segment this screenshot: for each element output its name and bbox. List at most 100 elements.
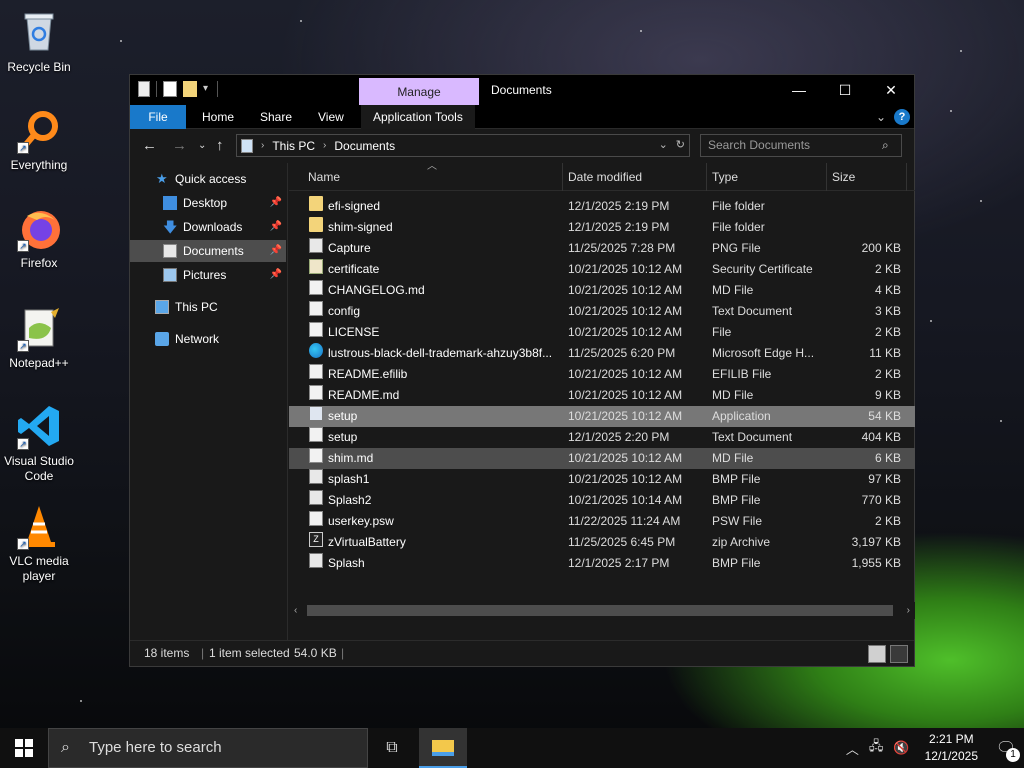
qat-dropdown-icon[interactable]: ▾: [203, 81, 211, 97]
file-size: 4 KB: [874, 283, 901, 297]
column-size[interactable]: Size: [827, 163, 907, 191]
large-icons-view-button[interactable]: [890, 645, 908, 663]
nav-this-pc[interactable]: This PC: [130, 296, 286, 318]
taskbar-file-explorer[interactable]: [419, 728, 467, 768]
file-row[interactable]: Capture 11/25/2025 7:28 PM PNG File 200 KB: [289, 238, 915, 259]
volume-muted-icon[interactable]: 🔇: [888, 740, 914, 756]
file-date: 10/21/2025 10:12 AM: [568, 367, 683, 381]
column-type[interactable]: Type: [707, 163, 827, 191]
file-list: ︿ Name Date modified Type Size efi-signe…: [289, 161, 915, 641]
tab-view[interactable]: View: [306, 105, 356, 129]
file-row[interactable]: README.md 10/21/2025 10:12 AM MD File 9 KB: [289, 385, 915, 406]
file-name: Capture: [328, 241, 371, 255]
forward-button[interactable]: →: [172, 137, 187, 154]
file-row[interactable]: shim-signed 12/1/2025 2:19 PM File folder: [289, 217, 915, 238]
notifications-button[interactable]: 🗨 1: [988, 738, 1024, 762]
scrollbar-thumb[interactable]: [307, 605, 893, 616]
file-type: File: [712, 325, 732, 339]
tab-home[interactable]: Home: [190, 105, 246, 129]
taskbar-search-input[interactable]: ⌕ Type here to search: [48, 728, 368, 768]
nav-documents[interactable]: Documents 📌: [130, 240, 286, 262]
title-bar[interactable]: ▾ Manage Documents — ☐ ✕: [130, 75, 914, 106]
pin-icon: 📌: [269, 269, 282, 280]
file-date: 10/21/2025 10:12 AM: [568, 325, 683, 339]
desktop-icon-vscode[interactable]: ↗ Visual Studio Code: [0, 402, 78, 484]
breadcrumb-documents[interactable]: Documents: [334, 139, 395, 153]
tab-application-tools[interactable]: Application Tools: [361, 105, 475, 129]
manage-context-tab[interactable]: Manage: [359, 78, 479, 106]
file-row[interactable]: Splash 12/1/2025 2:17 PM BMP File 1,955 KB: [289, 553, 915, 574]
task-view-button[interactable]: ⧉: [368, 728, 416, 768]
back-button[interactable]: ←: [142, 137, 157, 154]
file-row[interactable]: lustrous-black-dell-trademark-ahzuy3b8f.…: [289, 343, 915, 364]
properties-icon[interactable]: [138, 81, 150, 97]
scroll-right-icon[interactable]: ›: [907, 602, 910, 619]
document-icon: [309, 427, 323, 442]
file-type: BMP File: [712, 556, 761, 570]
file-row[interactable]: splash1 10/21/2025 10:12 AM BMP File 97 KB: [289, 469, 915, 490]
horizontal-scrollbar[interactable]: ‹ ›: [289, 602, 915, 619]
details-view-button[interactable]: [868, 645, 886, 663]
desktop-icon-firefox[interactable]: ↗ Firefox: [0, 204, 78, 271]
address-bar[interactable]: › This PC › Documents ⌄ ↻: [236, 134, 690, 157]
document-icon: [309, 322, 323, 337]
file-row[interactable]: README.efilib 10/21/2025 10:12 AM EFILIB F…: [289, 364, 915, 385]
nav-quick-access[interactable]: ★ Quick access: [130, 168, 286, 190]
new-folder-icon[interactable]: [183, 81, 197, 97]
expand-ribbon-icon[interactable]: ⌄: [876, 110, 886, 124]
desktop-icon-everything[interactable]: ↗ Everything: [0, 106, 78, 173]
recent-locations-icon[interactable]: ⌄: [198, 140, 206, 151]
file-row[interactable]: userkey.psw 11/22/2025 11:24 AM PSW File 2 …: [289, 511, 915, 532]
file-name: lustrous-black-dell-trademark-ahzuy3b8f.…: [328, 346, 553, 360]
file-type: MD File: [712, 451, 754, 465]
file-row[interactable]: ZzVirtualBattery 11/25/2025 6:45 PM zip Ar…: [289, 532, 915, 553]
nav-pictures[interactable]: Pictures 📌: [130, 264, 286, 286]
scroll-left-icon[interactable]: ‹: [294, 602, 297, 619]
star-icon: ★: [156, 171, 168, 186]
file-row[interactable]: config 10/21/2025 10:12 AM Text Document 3 …: [289, 301, 915, 322]
address-dropdown-icon[interactable]: ⌄: [659, 138, 668, 151]
desktop-icon-vlc[interactable]: ↗ VLC media player: [0, 502, 78, 584]
start-button[interactable]: [0, 728, 48, 768]
file-row[interactable]: certificate 10/21/2025 10:12 AM Security C…: [289, 259, 915, 280]
desktop-icon-notepad-plus-plus[interactable]: ↗ Notepad++: [0, 304, 78, 371]
close-button[interactable]: ✕: [868, 75, 914, 105]
refresh-icon[interactable]: ↻: [676, 138, 685, 151]
everything-search-icon: ↗: [15, 106, 63, 154]
file-row[interactable]: shim.md 10/21/2025 10:12 AM MD File 6 KB: [289, 448, 915, 469]
file-row[interactable]: Splash2 10/21/2025 10:14 AM BMP File 770 KB: [289, 490, 915, 511]
shortcut-arrow-icon: ↗: [17, 142, 29, 154]
tab-file[interactable]: File: [130, 105, 186, 129]
edge-html-icon: [309, 343, 323, 358]
file-row[interactable]: setup 12/1/2025 2:20 PM Text Document 404 K…: [289, 427, 915, 448]
breadcrumb-this-pc[interactable]: This PC: [272, 139, 315, 153]
file-rows: efi-signed 12/1/2025 2:19 PM File folder sh…: [289, 196, 915, 574]
documents-icon: [163, 244, 177, 258]
file-row[interactable]: setup 10/21/2025 10:12 AM Application 54 KB: [289, 406, 915, 427]
nav-network[interactable]: Network: [130, 328, 286, 350]
file-row[interactable]: LICENSE 10/21/2025 10:12 AM File 2 KB: [289, 322, 915, 343]
column-name[interactable]: Name: [303, 163, 563, 191]
file-type: EFILIB File: [712, 367, 772, 381]
help-icon[interactable]: ?: [894, 109, 910, 125]
network-status-icon[interactable]: 🖧: [864, 737, 889, 759]
clock[interactable]: 2:21 PM 12/1/2025: [915, 731, 988, 765]
folder-icon: [309, 196, 323, 211]
desktop-icon-recycle-bin[interactable]: Recycle Bin: [0, 8, 78, 75]
up-button[interactable]: ↑: [216, 137, 224, 154]
maximize-button[interactable]: ☐: [822, 75, 868, 105]
column-date-modified[interactable]: Date modified: [563, 163, 707, 191]
file-name: efi-signed: [328, 199, 381, 213]
file-type: MD File: [712, 283, 754, 297]
file-row[interactable]: CHANGELOG.md 10/21/2025 10:12 AM MD File 4 …: [289, 280, 915, 301]
file-date: 10/21/2025 10:12 AM: [568, 283, 683, 297]
nav-desktop[interactable]: Desktop 📌: [130, 192, 286, 214]
show-hidden-icons-icon[interactable]: ︿: [841, 739, 864, 758]
checklist-icon[interactable]: [163, 81, 177, 97]
shortcut-arrow-icon: ↗: [17, 538, 29, 550]
file-row[interactable]: efi-signed 12/1/2025 2:19 PM File folder: [289, 196, 915, 217]
minimize-button[interactable]: —: [776, 75, 822, 105]
search-input[interactable]: Search Documents: [700, 134, 902, 157]
nav-downloads[interactable]: 🡇 Downloads 📌: [130, 216, 286, 238]
tab-share[interactable]: Share: [248, 105, 304, 129]
